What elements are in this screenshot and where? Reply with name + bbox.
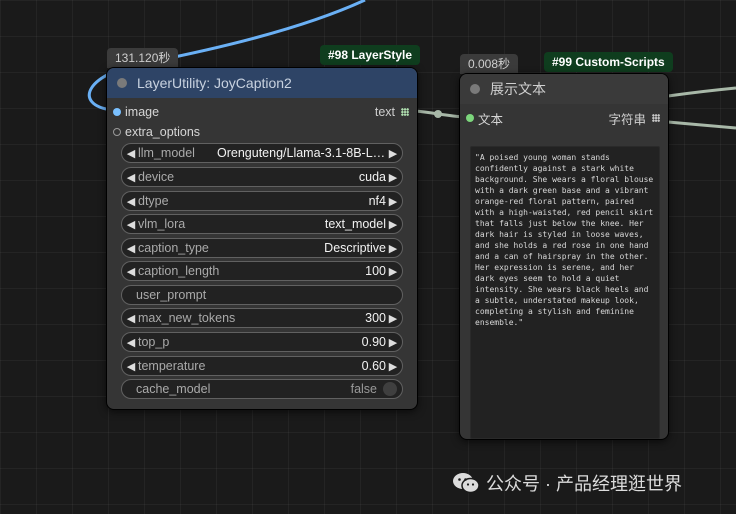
triangle-left-icon[interactable]: ◀ [122, 242, 138, 255]
vlm-lora-combo[interactable]: ◀ vlm_lora text_model ▶ [121, 214, 403, 234]
node99-execution-time: 0.008秒 [460, 54, 519, 74]
triangle-left-icon[interactable]: ◀ [122, 265, 138, 278]
triangle-left-icon[interactable]: ◀ [122, 147, 138, 160]
llm-model-value: Orenguteng/Llama-3.1-8B-Le... [217, 146, 386, 160]
triangle-left-icon[interactable]: ◀ [122, 312, 138, 325]
node98-execution-time: 131.120秒 [107, 48, 179, 68]
temperature-number[interactable]: ◀ temperature 0.60 ▶ [121, 356, 403, 376]
caption-length-combo[interactable]: ◀ caption_length 100 ▶ [121, 261, 403, 281]
triangle-right-icon[interactable]: ▶ [386, 312, 402, 325]
dtype-combo[interactable]: ◀ dtype nf4 ▶ [121, 191, 403, 211]
triangle-right-icon[interactable]: ▶ [386, 218, 402, 231]
triangle-right-icon[interactable]: ▶ [386, 336, 402, 349]
device-label: device [138, 170, 175, 184]
text-wire[interactable] [415, 109, 466, 119]
text-output[interactable]: text [375, 102, 409, 122]
text-output-label: text [374, 105, 395, 119]
node98-header[interactable]: LayerUtility: JoyCaption2 [107, 68, 417, 98]
joycaption2-node[interactable]: LayerUtility: JoyCaption2 image text ext… [106, 67, 418, 410]
node98-collapse-dot[interactable] [117, 78, 127, 88]
toggle-knob-icon[interactable] [383, 382, 397, 396]
string-output-wire-1[interactable] [667, 86, 736, 98]
wire-reroute-dot[interactable] [434, 110, 442, 118]
triangle-left-icon[interactable]: ◀ [122, 218, 138, 231]
string-output[interactable]: 字符串 [608, 108, 660, 128]
node99-tag: #99 Custom-Scripts [544, 52, 673, 72]
node99-collapse-dot[interactable] [470, 84, 480, 94]
triangle-right-icon[interactable]: ▶ [386, 242, 402, 255]
temperature-value: 0.60 [361, 359, 386, 373]
caption-type-combo[interactable]: ◀ caption_type Descriptive ▶ [121, 238, 403, 258]
device-combo[interactable]: ◀ device cuda ▶ [121, 167, 403, 187]
image-input-socket[interactable] [113, 108, 121, 116]
top-p-value: 0.90 [361, 335, 386, 349]
caption-type-value: Descriptive [324, 241, 386, 255]
extra-options-socket[interactable] [113, 128, 121, 136]
cache-model-value: false [350, 382, 377, 396]
max-new-tokens-number[interactable]: ◀ max_new_tokens 300 ▶ [121, 308, 403, 328]
triangle-left-icon[interactable]: ◀ [122, 360, 138, 373]
vlm-lora-value: text_model [324, 217, 386, 231]
triangle-right-icon[interactable]: ▶ [386, 360, 402, 373]
dot-grid-icon[interactable] [401, 108, 409, 116]
triangle-left-icon[interactable]: ◀ [122, 171, 138, 184]
triangle-right-icon[interactable]: ▶ [386, 171, 402, 184]
triangle-left-icon[interactable]: ◀ [122, 195, 138, 208]
text-input-label: 文本 [478, 112, 504, 127]
max-new-tokens-label: max_new_tokens [138, 311, 236, 325]
vlm-lora-label: vlm_lora [138, 217, 186, 231]
text-input[interactable]: 文本 字符串 [460, 108, 668, 128]
cache-model-label: cache_model [136, 382, 211, 396]
llm-model-label: llm_model [138, 146, 195, 160]
cache-model-toggle[interactable]: cache_model false [121, 379, 403, 399]
node98-title: LayerUtility: JoyCaption2 [137, 75, 292, 91]
string-output-wire-2[interactable] [667, 120, 736, 130]
watermark-text: 公众号 · 产品经理逛世界 [486, 474, 682, 494]
image-input[interactable]: image text [107, 102, 417, 122]
triangle-right-icon[interactable]: ▶ [386, 147, 402, 160]
extra-options-input[interactable]: extra_options [107, 122, 417, 142]
triangle-right-icon[interactable]: ▶ [386, 265, 402, 278]
top-p-number[interactable]: ◀ top_p 0.90 ▶ [121, 332, 403, 352]
node99-header[interactable]: 展示文本 [460, 74, 668, 104]
user-prompt-input[interactable]: user_prompt [121, 285, 403, 305]
triangle-left-icon[interactable]: ◀ [122, 336, 138, 349]
caption-length-value: 100 [365, 264, 386, 278]
temperature-label: temperature [138, 359, 206, 373]
dtype-label: dtype [138, 194, 169, 208]
text-input-socket[interactable] [466, 114, 474, 122]
llm-model-combo[interactable]: ◀ llm_model Orenguteng/Llama-3.1-8B-Le..… [121, 143, 403, 163]
device-value: cuda [358, 170, 386, 184]
node98-tag: #98 LayerStyle [320, 45, 421, 65]
node99-title: 展示文本 [490, 81, 546, 97]
dot-grid-icon[interactable] [652, 114, 660, 122]
caption-length-label: caption_length [138, 264, 220, 278]
watermark: 公众号 · 产品经理逛世界 [452, 470, 682, 496]
display-text-area[interactable]: "A poised young woman stands confidently… [470, 146, 660, 439]
string-output-label: 字符串 [608, 112, 646, 127]
image-input-label: image [125, 105, 160, 119]
wechat-icon [453, 473, 480, 494]
top-p-label: top_p [138, 335, 170, 349]
user-prompt-label: user_prompt [136, 288, 207, 302]
triangle-right-icon[interactable]: ▶ [386, 195, 402, 208]
max-new-tokens-value: 300 [365, 311, 386, 325]
extra-options-label: extra_options [125, 125, 201, 139]
caption-type-label: caption_type [138, 241, 209, 255]
dtype-value: nf4 [368, 194, 386, 208]
show-text-node[interactable]: 展示文本 文本 字符串 "A poised young woman stands… [459, 73, 669, 440]
